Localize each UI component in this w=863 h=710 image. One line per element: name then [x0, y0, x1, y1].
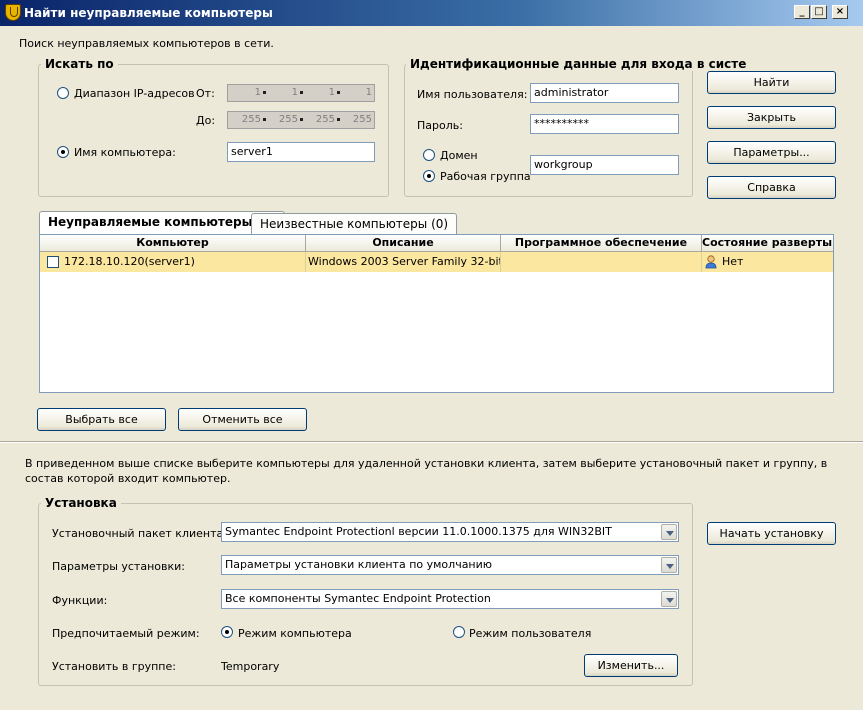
row-checkbox[interactable]	[47, 256, 59, 268]
select-all-button[interactable]: Выбрать все	[37, 408, 166, 431]
divider	[0, 441, 863, 443]
cell-computer: 172.18.10.120(server1)	[60, 252, 306, 272]
group-label: Установить в группе:	[52, 660, 176, 673]
chevron-down-icon[interactable]	[661, 557, 677, 573]
tab-unknown-computers[interactable]: Неизвестные компьютеры (0)	[251, 213, 458, 235]
ip-range-label: Диапазон IP-адресов	[74, 87, 195, 100]
package-value: Symantec Endpoint Protectionl версии 11.…	[225, 525, 612, 538]
computer-name-input[interactable]: server1	[227, 142, 375, 162]
column-header-software[interactable]: Программное обеспечение	[501, 235, 702, 252]
table-row[interactable]: 172.18.10.120(server1) Windows 2003 Serv…	[40, 252, 833, 272]
ip-from-octet-2: 1	[291, 87, 298, 98]
settings-label: Параметры установки:	[52, 560, 185, 573]
ip-to-label: До:	[196, 114, 216, 127]
maximize-button[interactable]: □	[811, 5, 827, 19]
cell-status: Нет	[702, 252, 833, 272]
domain-label: Домен	[440, 149, 478, 162]
password-label: Пароль:	[417, 119, 463, 132]
user-mode-label: Режим пользователя	[469, 627, 592, 640]
user-icon	[705, 255, 717, 269]
minimize-button[interactable]: _	[794, 5, 810, 19]
install-legend: Установка	[41, 496, 121, 510]
ip-to-field[interactable]: 255 255 255 255	[227, 111, 375, 129]
deselect-all-button[interactable]: Отменить все	[178, 408, 307, 431]
cell-software	[501, 252, 702, 272]
change-group-button[interactable]: Изменить...	[584, 654, 678, 677]
username-label: Имя пользователя:	[417, 88, 528, 101]
options-button[interactable]: Параметры...	[707, 141, 836, 164]
chevron-down-icon[interactable]	[661, 591, 677, 607]
features-select[interactable]: Все компоненты Symantec Endpoint Protect…	[221, 589, 679, 609]
ip-to-octet-1: 255	[241, 114, 261, 125]
ip-from-octet-4: 1	[365, 87, 372, 98]
instructions-text: В приведенном выше списке выберите компь…	[25, 457, 828, 485]
package-label: Установочный пакет клиента:	[52, 527, 227, 540]
tab-unmanaged-computers[interactable]: Неуправляемые компьютеры (1)	[39, 211, 285, 235]
computers-table[interactable]: Компьютер Описание Программное обеспечен…	[39, 234, 834, 393]
chevron-down-icon[interactable]	[661, 524, 677, 540]
ip-range-radio[interactable]	[57, 87, 69, 99]
search-by-legend: Искать по	[41, 57, 118, 71]
ip-to-octet-2: 255	[278, 114, 298, 125]
help-button[interactable]: Справка	[707, 176, 836, 199]
column-header-computer[interactable]: Компьютер	[40, 235, 306, 252]
computer-name-radio[interactable]	[57, 146, 69, 158]
package-select[interactable]: Symantec Endpoint Protectionl версии 11.…	[221, 522, 679, 542]
ip-to-octet-4: 255	[352, 114, 372, 125]
user-mode-radio[interactable]	[453, 626, 465, 638]
computer-name-label: Имя компьютера:	[74, 146, 176, 159]
group-value: Temporary	[221, 660, 280, 673]
ip-from-field[interactable]: 1 1 1 1	[227, 84, 375, 102]
cell-description: Windows 2003 Server Family 32-bit	[306, 252, 501, 272]
ip-from-octet-3: 1	[328, 87, 335, 98]
close-button[interactable]: Закрыть	[707, 106, 836, 129]
column-header-status[interactable]: Состояние разверты...	[702, 235, 833, 252]
title-bar[interactable]: Найти неуправляемые компьютеры _ □ ×	[0, 0, 863, 26]
intro-text: Поиск неуправляемых компьютеров в сети.	[19, 37, 274, 50]
status-text: Нет	[722, 255, 744, 268]
find-button[interactable]: Найти	[707, 71, 836, 94]
password-input[interactable]: **********	[530, 114, 679, 134]
settings-select[interactable]: Параметры установки клиента по умолчанию	[221, 555, 679, 575]
workgroup-input[interactable]: workgroup	[530, 155, 679, 175]
ip-from-label: От:	[196, 87, 215, 100]
computer-mode-radio[interactable]	[221, 626, 233, 638]
close-window-button[interactable]: ×	[832, 5, 848, 19]
ip-to-octet-3: 255	[315, 114, 335, 125]
mode-label: Предпочитаемый режим:	[52, 627, 200, 640]
credentials-legend: Идентификационные данные для входа в сис…	[406, 57, 751, 71]
ip-from-octet-1: 1	[254, 87, 261, 98]
start-install-button[interactable]: Начать установку	[707, 522, 836, 545]
column-header-description[interactable]: Описание	[306, 235, 501, 252]
features-value: Все компоненты Symantec Endpoint Protect…	[225, 592, 491, 605]
window-title: Найти неуправляемые компьютеры	[24, 6, 273, 20]
shield-icon	[5, 4, 21, 21]
features-label: Функции:	[52, 594, 108, 607]
computer-mode-label: Режим компьютера	[238, 627, 352, 640]
workgroup-radio[interactable]	[423, 170, 435, 182]
settings-value: Параметры установки клиента по умолчанию	[225, 558, 493, 571]
domain-radio[interactable]	[423, 149, 435, 161]
workgroup-label: Рабочая группа	[440, 170, 531, 183]
username-input[interactable]: administrator	[530, 83, 679, 103]
